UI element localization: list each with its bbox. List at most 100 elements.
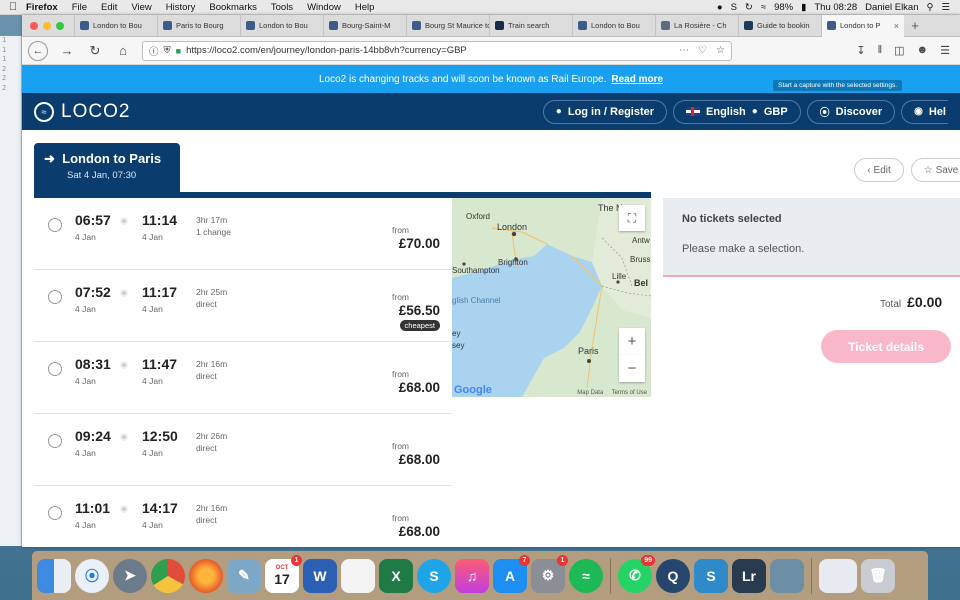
route-map[interactable]: Oxford London Brighton Southampton The N…	[452, 198, 651, 397]
chrome-icon[interactable]	[151, 558, 185, 593]
whatsapp-icon[interactable]: ✆ 99	[618, 554, 655, 593]
reload-button[interactable]: ↻	[86, 43, 104, 59]
safari-icon[interactable]: ⦿	[75, 558, 109, 593]
menu-app-name[interactable]: Firefox	[26, 2, 58, 13]
url-text[interactable]: https://loco2.com/en/journey/london-pari…	[186, 45, 467, 56]
ticket-details-button[interactable]: Ticket details	[821, 330, 951, 363]
back-button[interactable]: ←	[28, 40, 48, 61]
browser-tab[interactable]: La Rosière - Ch	[655, 15, 738, 37]
read-more-link[interactable]: Read more	[611, 74, 663, 85]
lock-icon[interactable]: ■	[176, 46, 181, 56]
skype-status-icon[interactable]: S	[731, 2, 737, 13]
select-radio[interactable]	[48, 362, 62, 376]
browser-tab[interactable]: London to Bou	[240, 15, 323, 37]
browser-tab[interactable]: Train search	[489, 15, 572, 37]
record-icon[interactable]: ●	[717, 2, 723, 13]
spotify-icon[interactable]: ≈	[569, 558, 603, 593]
login-register-button[interactable]: ● Log in / Register	[542, 99, 668, 124]
menu-hamburger-icon[interactable]: ☰	[940, 44, 950, 57]
word-icon[interactable]: W	[303, 558, 337, 593]
terms-link[interactable]: Terms of Use	[612, 390, 647, 396]
menu-window[interactable]: Window	[307, 2, 341, 13]
time-machine-icon[interactable]: ↻	[745, 2, 753, 13]
discover-button[interactable]: ⦿ Discover	[806, 99, 896, 124]
edit-button[interactable]: ‹ Edit	[854, 158, 904, 182]
menu-view[interactable]: View	[131, 2, 151, 13]
journey-option[interactable]: 09:24 4 Jan 12:50 4 Jan 2hr 26m direct fr…	[34, 414, 452, 486]
select-radio[interactable]	[48, 218, 62, 232]
library-icon[interactable]: ‖	[878, 44, 883, 57]
browser-tab[interactable]: Paris to Bourg	[157, 15, 240, 37]
image-capture-icon[interactable]	[770, 558, 804, 593]
forward-button[interactable]: →	[58, 43, 76, 58]
zoom-window-button[interactable]	[56, 21, 64, 30]
new-tab-button[interactable]: +	[904, 18, 926, 33]
loco2-logo[interactable]: ≈ LOCO2	[34, 101, 130, 123]
notes-icon[interactable]	[341, 558, 375, 593]
browser-tab[interactable]: London to Bou	[74, 15, 157, 37]
preview-icon[interactable]: ✎	[227, 558, 261, 593]
quicktime-icon[interactable]: Q	[656, 558, 690, 593]
account-icon[interactable]: ☻	[917, 44, 929, 57]
menu-file[interactable]: File	[72, 2, 87, 13]
music-icon[interactable]: ♫	[455, 558, 489, 593]
zoom-out-button[interactable]: −	[619, 355, 645, 382]
browser-tab[interactable]: Bourg St Maurice to	[406, 15, 489, 37]
lightroom-icon[interactable]: Lr	[732, 558, 766, 593]
journey-option[interactable]: 07:52 4 Jan 11:17 4 Jan 2hr 25m direct fr…	[34, 270, 452, 342]
bookmark-star-icon[interactable]: ☆	[716, 45, 725, 56]
notification-center-icon[interactable]: ☰	[941, 2, 950, 13]
battery-icon[interactable]: ▮	[801, 2, 806, 13]
launchpad-icon[interactable]: ➤	[113, 558, 147, 593]
menu-help[interactable]: Help	[355, 2, 375, 13]
downloads-stack-icon[interactable]	[819, 558, 857, 593]
finder-icon[interactable]	[37, 558, 71, 593]
apple-icon[interactable]: 	[0, 1, 26, 13]
app-store-icon[interactable]: A7	[493, 554, 530, 593]
user-name[interactable]: Daniel Elkan	[865, 2, 918, 13]
select-radio[interactable]	[48, 506, 62, 520]
browser-tab[interactable]: London to Bou	[572, 15, 655, 37]
menu-edit[interactable]: Edit	[101, 2, 117, 13]
help-button[interactable]: ◉ Hel	[901, 99, 948, 124]
pocket-icon[interactable]: ♡	[698, 45, 707, 56]
close-tab-icon[interactable]: ×	[894, 21, 899, 31]
browser-tab-active[interactable]: London to P ×	[821, 15, 904, 37]
save-button[interactable]: ☆ Save	[911, 158, 960, 182]
calendar-icon[interactable]: OCT 17 1	[265, 554, 302, 593]
url-bar[interactable]: ⓘ ⛨ ■ https://loco2.com/en/journey/londo…	[142, 40, 732, 61]
home-button[interactable]: ⌂	[114, 43, 132, 58]
downloads-icon[interactable]: ↧	[856, 44, 865, 57]
select-radio[interactable]	[48, 290, 62, 304]
map-data-link[interactable]: Map Data	[577, 390, 603, 396]
clock[interactable]: Thu 08:28	[814, 2, 857, 13]
page-actions-icon[interactable]: ⋯	[679, 45, 689, 56]
map-attribution[interactable]: Map Data Terms of Use	[577, 390, 647, 396]
spotlight-icon[interactable]: ⚲	[927, 2, 934, 13]
info-icon[interactable]: ⓘ	[149, 44, 159, 58]
browser-tab[interactable]: Bourg-Saint-M	[323, 15, 406, 37]
journey-tab[interactable]: ➜ London to Paris Sat 4 Jan, 07:30	[34, 143, 180, 192]
language-currency-button[interactable]: English ● GBP	[673, 99, 801, 124]
journey-option[interactable]: 06:57 4 Jan 11:14 4 Jan 3hr 17m 1 change …	[34, 198, 452, 270]
trash-icon[interactable]: 🗑	[861, 558, 895, 593]
sidebar-icon[interactable]: ◫	[894, 44, 904, 57]
skype-icon[interactable]: S	[417, 558, 451, 593]
system-preferences-icon[interactable]: ⚙ 1	[531, 554, 568, 593]
tracking-shield-icon[interactable]: ⛨	[164, 45, 171, 56]
fullscreen-icon[interactable]: ⛶	[619, 205, 645, 231]
browser-tab[interactable]: Guide to bookin	[738, 15, 821, 37]
close-window-button[interactable]	[30, 21, 38, 30]
journey-option[interactable]: 08:31 4 Jan 11:47 4 Jan 2hr 16m direct fr…	[34, 342, 452, 414]
select-radio[interactable]	[48, 434, 62, 448]
scrivener-icon[interactable]: S	[694, 558, 728, 593]
zoom-in-button[interactable]: +	[619, 328, 645, 355]
menu-tools[interactable]: Tools	[271, 2, 293, 13]
menu-bookmarks[interactable]: Bookmarks	[209, 2, 257, 13]
excel-icon[interactable]: X	[379, 558, 413, 593]
journey-option[interactable]: 11:01 4 Jan 14:17 4 Jan 2hr 16m direct fr…	[34, 486, 452, 547]
wifi-icon[interactable]: ≈	[761, 2, 766, 13]
minimize-window-button[interactable]	[43, 21, 51, 30]
firefox-icon[interactable]	[189, 558, 223, 593]
menu-history[interactable]: History	[166, 2, 196, 13]
